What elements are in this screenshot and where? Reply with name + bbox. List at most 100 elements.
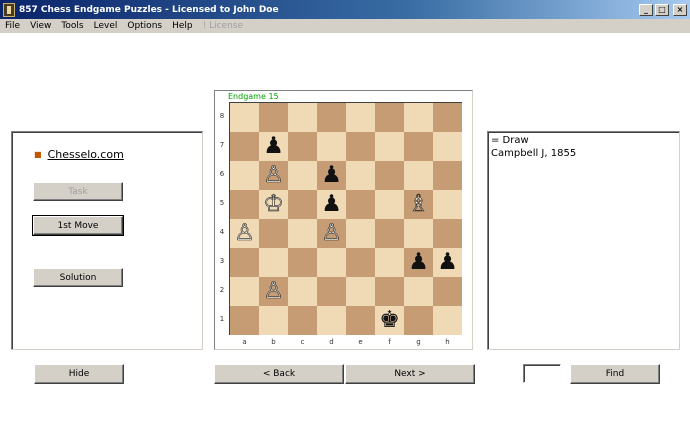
first-move-button[interactable]: 1st Move	[32, 215, 124, 236]
square-c1[interactable]	[288, 306, 317, 335]
square-a2[interactable]	[230, 277, 259, 306]
square-b6[interactable]: ♙	[259, 161, 288, 190]
square-c8[interactable]	[288, 103, 317, 132]
black-piece-b7[interactable]: ♟	[263, 135, 284, 158]
square-b4[interactable]	[259, 219, 288, 248]
square-d8[interactable]	[317, 103, 346, 132]
black-piece-g3[interactable]: ♟	[408, 251, 429, 274]
square-h2[interactable]	[433, 277, 462, 306]
menu-tools[interactable]: Tools	[56, 21, 88, 31]
title-bar[interactable]: 857 Chess Endgame Puzzles - Licensed to …	[0, 0, 690, 19]
square-g5[interactable]: ♗	[404, 190, 433, 219]
square-c3[interactable]	[288, 248, 317, 277]
square-d5[interactable]: ♟	[317, 190, 346, 219]
menu-license: ! License	[202, 21, 244, 31]
square-f3[interactable]	[375, 248, 404, 277]
white-piece-a4[interactable]: ♙	[234, 221, 255, 245]
menu-file[interactable]: File	[0, 21, 25, 31]
square-f2[interactable]	[375, 277, 404, 306]
hide-button[interactable]: Hide	[34, 364, 124, 384]
square-d4[interactable]: ♙	[317, 219, 346, 248]
square-f6[interactable]	[375, 161, 404, 190]
square-h1[interactable]	[433, 306, 462, 335]
minimize-button[interactable]: _	[639, 3, 653, 16]
menu-help[interactable]: Help	[167, 21, 198, 31]
menu-options[interactable]: Options	[122, 21, 167, 31]
square-b8[interactable]	[259, 103, 288, 132]
square-e1[interactable]	[346, 306, 375, 335]
square-e3[interactable]	[346, 248, 375, 277]
app-icon[interactable]	[3, 2, 15, 17]
square-f7[interactable]	[375, 132, 404, 161]
square-d6[interactable]: ♟	[317, 161, 346, 190]
square-g2[interactable]	[404, 277, 433, 306]
square-a1[interactable]	[230, 306, 259, 335]
find-button[interactable]: Find	[570, 364, 660, 384]
square-b1[interactable]	[259, 306, 288, 335]
square-a4[interactable]: ♙	[230, 219, 259, 248]
square-f5[interactable]	[375, 190, 404, 219]
square-e5[interactable]	[346, 190, 375, 219]
square-h3[interactable]: ♟	[433, 248, 462, 277]
square-g7[interactable]	[404, 132, 433, 161]
white-piece-b6[interactable]: ♙	[263, 163, 284, 187]
square-e2[interactable]	[346, 277, 375, 306]
square-c2[interactable]	[288, 277, 317, 306]
square-c6[interactable]	[288, 161, 317, 190]
square-f1[interactable]: ♚	[375, 306, 404, 335]
square-b7[interactable]: ♟	[259, 132, 288, 161]
file-label-h: h	[445, 338, 450, 346]
square-h6[interactable]	[433, 161, 462, 190]
chesselo-link[interactable]: Chesselo.com	[48, 148, 124, 161]
square-a6[interactable]	[230, 161, 259, 190]
square-f4[interactable]	[375, 219, 404, 248]
square-c7[interactable]	[288, 132, 317, 161]
source-text: Campbell J, 1855	[491, 148, 577, 159]
white-piece-d4[interactable]: ♙	[321, 221, 342, 245]
square-a7[interactable]	[230, 132, 259, 161]
white-piece-b5[interactable]: ♔	[263, 192, 284, 216]
square-e7[interactable]	[346, 132, 375, 161]
black-piece-d5[interactable]: ♟	[321, 193, 342, 216]
square-a8[interactable]	[230, 103, 259, 132]
square-d2[interactable]	[317, 277, 346, 306]
square-f8[interactable]	[375, 103, 404, 132]
menu-level[interactable]: Level	[89, 21, 123, 31]
file-label-e: e	[358, 338, 363, 346]
square-d7[interactable]	[317, 132, 346, 161]
square-g8[interactable]	[404, 103, 433, 132]
square-g3[interactable]: ♟	[404, 248, 433, 277]
square-g4[interactable]	[404, 219, 433, 248]
square-b5[interactable]: ♔	[259, 190, 288, 219]
square-e6[interactable]	[346, 161, 375, 190]
square-h4[interactable]	[433, 219, 462, 248]
close-button[interactable]: ×	[673, 3, 687, 16]
square-c5[interactable]	[288, 190, 317, 219]
square-a3[interactable]	[230, 248, 259, 277]
square-b3[interactable]	[259, 248, 288, 277]
square-a5[interactable]	[230, 190, 259, 219]
find-input[interactable]	[523, 364, 561, 383]
back-button[interactable]: < Back	[214, 364, 344, 384]
solution-button[interactable]: Solution	[33, 268, 123, 287]
black-piece-f1[interactable]: ♚	[379, 309, 400, 332]
square-h5[interactable]	[433, 190, 462, 219]
black-piece-h3[interactable]: ♟	[437, 251, 458, 274]
white-piece-b2[interactable]: ♙	[263, 279, 284, 303]
square-e8[interactable]	[346, 103, 375, 132]
square-c4[interactable]	[288, 219, 317, 248]
square-e4[interactable]	[346, 219, 375, 248]
square-g6[interactable]	[404, 161, 433, 190]
square-d3[interactable]	[317, 248, 346, 277]
menu-view[interactable]: View	[25, 21, 56, 31]
chess-board[interactable]: ♟ ♙ ♟ ♔ ♟ ♗ ♙ ♙ ♟ ♟ ♙ ♚	[229, 102, 462, 335]
square-b2[interactable]: ♙	[259, 277, 288, 306]
black-piece-d6[interactable]: ♟	[321, 164, 342, 187]
next-button[interactable]: Next >	[345, 364, 475, 384]
white-piece-g5[interactable]: ♗	[408, 192, 429, 216]
square-h8[interactable]	[433, 103, 462, 132]
square-d1[interactable]	[317, 306, 346, 335]
square-h7[interactable]	[433, 132, 462, 161]
maximize-button[interactable]: □	[655, 3, 669, 16]
square-g1[interactable]	[404, 306, 433, 335]
